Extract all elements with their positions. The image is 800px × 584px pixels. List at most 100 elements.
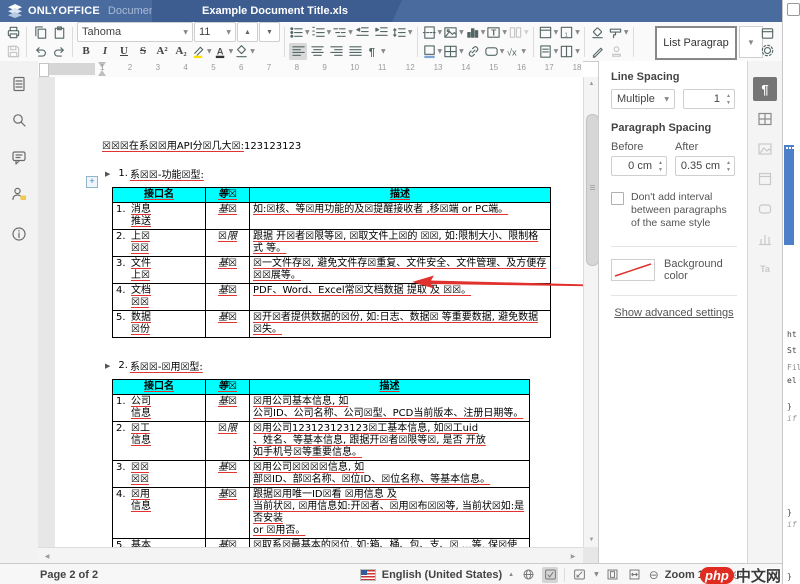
language-caret-icon[interactable]: ▲ [508, 572, 514, 578]
description-cell[interactable]: ☒开☒者提供数据的☒份, 如:日志、数据☒ 等重要数据, 避免数据☒失。 [250, 311, 551, 338]
section-1-title[interactable]: ▶ 1. 系☒☒-功能☒型: [105, 166, 583, 181]
font-size-combo[interactable]: 11▼ [194, 22, 236, 42]
bold-button[interactable]: B [77, 43, 95, 60]
align-right-button[interactable] [327, 43, 345, 60]
subscript-button[interactable]: A₂ [172, 43, 190, 60]
multilevel-list-button[interactable]: ▼ [332, 24, 353, 41]
tab-image-settings[interactable] [753, 137, 777, 161]
level-cell[interactable]: 基☒ [206, 461, 250, 488]
strikeout-button[interactable]: S [134, 43, 152, 60]
api-table-1[interactable]: 接口名等☒描述1.消息推送基☒如:☒核、等☒用功能的及☒提醒接收者 ,移☒端 o… [112, 187, 551, 338]
increase-font-button[interactable]: ▲ [237, 22, 258, 42]
table-header-cell[interactable]: 描述 [250, 380, 530, 395]
print-button[interactable] [4, 24, 22, 41]
level-cell[interactable]: 基☒ [206, 257, 250, 284]
page-number-button[interactable]: 1▼ [559, 24, 580, 41]
interface-name-cell[interactable]: 1.公司信息 [113, 395, 206, 422]
scroll-right-arrow[interactable]: ▶ [566, 549, 580, 563]
increase-indent-button[interactable] [373, 24, 391, 41]
collapse-toolbar-button[interactable] [758, 25, 776, 42]
table-header-cell[interactable]: 等☒ [206, 188, 250, 203]
vertical-scrollbar[interactable]: ▲ ▼ [583, 77, 598, 547]
copy-style-button[interactable]: ▼ [608, 24, 629, 41]
interface-name-cell[interactable]: 3.☒☒☒☒ [113, 461, 206, 488]
superscript-button[interactable]: A² [153, 43, 171, 60]
set-language-button[interactable] [520, 567, 536, 583]
scroll-down-arrow[interactable]: ▼ [584, 533, 598, 547]
tab-stop-selector[interactable] [39, 63, 49, 77]
scroll-left-arrow[interactable]: ◀ [40, 549, 54, 563]
interval-checkbox[interactable] [611, 192, 624, 205]
clear-style-button[interactable]: ▼ [234, 43, 255, 60]
insert-image-button[interactable]: ▼ [443, 24, 464, 41]
horizontal-scrollbar[interactable]: ◀ ▶ [38, 547, 583, 563]
description-cell[interactable]: ☒用公司基本信息, 如 公司ID、公司名称、公司☒型、PCD当前版本、注册日期等… [250, 395, 530, 422]
spacing-after-spinner[interactable]: 0.35 cm ▲▼ [675, 156, 735, 176]
scroll-up-arrow[interactable]: ▲ [584, 77, 598, 91]
interface-name-cell[interactable]: 2.☒工信息 [113, 422, 206, 461]
spacing-before-spinner[interactable]: 0 cm ▲▼ [611, 156, 667, 176]
interface-name-cell[interactable]: 1.消息推送 [113, 203, 206, 230]
devtools-scrollbar-thumb[interactable] [784, 145, 794, 245]
sidebar-item-search[interactable] [10, 111, 28, 129]
italic-button[interactable]: I [96, 43, 114, 60]
undo-button[interactable] [31, 43, 49, 60]
tab-table-settings[interactable] [753, 107, 777, 131]
bullet-list-button[interactable]: ▼ [289, 24, 310, 41]
header-footer-button[interactable]: ▼ [538, 24, 559, 41]
interface-name-cell[interactable]: 3.文件上☒ [113, 257, 206, 284]
level-cell[interactable]: 基☒ [206, 203, 250, 230]
sidebar-item-about[interactable] [10, 225, 28, 243]
sidebar-item-chat[interactable] [10, 185, 28, 203]
line-spacing-button[interactable]: ▼ [392, 24, 413, 41]
table-header-cell[interactable]: 接口名 [113, 188, 206, 203]
document-page[interactable]: ☒☒☒在系☒☒用API分☒几大☒:123123123 ▶ 1. 系☒☒-功能☒型… [55, 77, 583, 563]
devtools-icon[interactable] [787, 3, 800, 16]
redo-button[interactable] [50, 43, 68, 60]
table-header-cell[interactable]: 等☒ [206, 380, 250, 395]
nonprinting-chars-button[interactable]: ¶▼ [365, 43, 386, 60]
tab-headerfooter-settings[interactable] [753, 167, 777, 191]
sidebar-item-comments[interactable] [10, 148, 28, 166]
pen-button[interactable] [589, 43, 607, 60]
hyperlink-button[interactable] [465, 43, 483, 60]
level-cell[interactable]: ☒限 [206, 230, 250, 257]
page-color-button[interactable]: ▼ [422, 43, 443, 60]
paragraph-style-box[interactable]: List Paragrap [655, 26, 737, 60]
api-table-2[interactable]: 接口名等☒描述 1.公司信息基☒ ☒用公司基本信息, 如 公司ID、公司名称、公司☒… [112, 379, 530, 563]
interface-name-cell[interactable]: 5.数据☒份 [113, 311, 206, 338]
copy-button[interactable] [31, 24, 49, 41]
save-button[interactable] [4, 43, 22, 60]
columns-button[interactable]: ▼ [508, 24, 529, 41]
document-properties-button[interactable]: ▼ [538, 43, 559, 60]
level-cell[interactable]: 基☒ [206, 311, 250, 338]
table-header-cell[interactable]: 接口名 [113, 380, 206, 395]
page-break-button[interactable]: ▼ [422, 24, 443, 41]
track-changes-button[interactable] [571, 567, 587, 583]
table-move-handle[interactable]: + [86, 176, 98, 188]
level-cell[interactable]: ☒限 [206, 422, 250, 461]
sidebar-item-file[interactable] [10, 75, 28, 93]
level-cell[interactable]: 基☒ [206, 488, 250, 539]
track-changes-caret-icon[interactable]: ▼ [594, 571, 599, 578]
decrease-font-button[interactable]: ▼ [259, 22, 280, 42]
page-indicator[interactable]: Page 2 of 2 [40, 569, 98, 581]
interface-name-cell[interactable]: 4.☒用信息 [113, 488, 206, 539]
spell-check-button[interactable] [542, 567, 558, 583]
background-color-swatch[interactable] [611, 259, 655, 281]
insert-textbox-button[interactable]: T▼ [486, 24, 507, 41]
document-tab[interactable]: Example Document Title.xls [152, 0, 402, 22]
language-selector[interactable]: English (United States) [382, 569, 502, 581]
zoom-out-button[interactable]: ⊖ [649, 568, 659, 582]
align-left-button[interactable] [289, 43, 307, 60]
underline-button[interactable]: U [115, 43, 133, 60]
stamp-button[interactable] [608, 43, 626, 60]
level-cell[interactable]: 基☒ [206, 284, 250, 311]
description-cell[interactable]: ☒用公司☒☒☒☒信息, 如 部☒ID、部☒名称、☒位ID、☒位名称、等基本信息。 [250, 461, 530, 488]
tab-paragraph-settings[interactable]: ¶ [753, 77, 777, 101]
description-cell[interactable]: 跟据 开☒者☒限等☒, ☒取文件上☒的 ☒☒, 如:限制大小、限制格式 等。 [250, 230, 551, 257]
decrease-indent-button[interactable] [354, 24, 372, 41]
equation-button[interactable]: √x▼ [505, 43, 526, 60]
highlight-color-button[interactable]: ▼ [191, 43, 212, 60]
doc-heading[interactable]: ☒☒☒在系☒☒用API分☒几大☒:123123123 [102, 137, 583, 152]
